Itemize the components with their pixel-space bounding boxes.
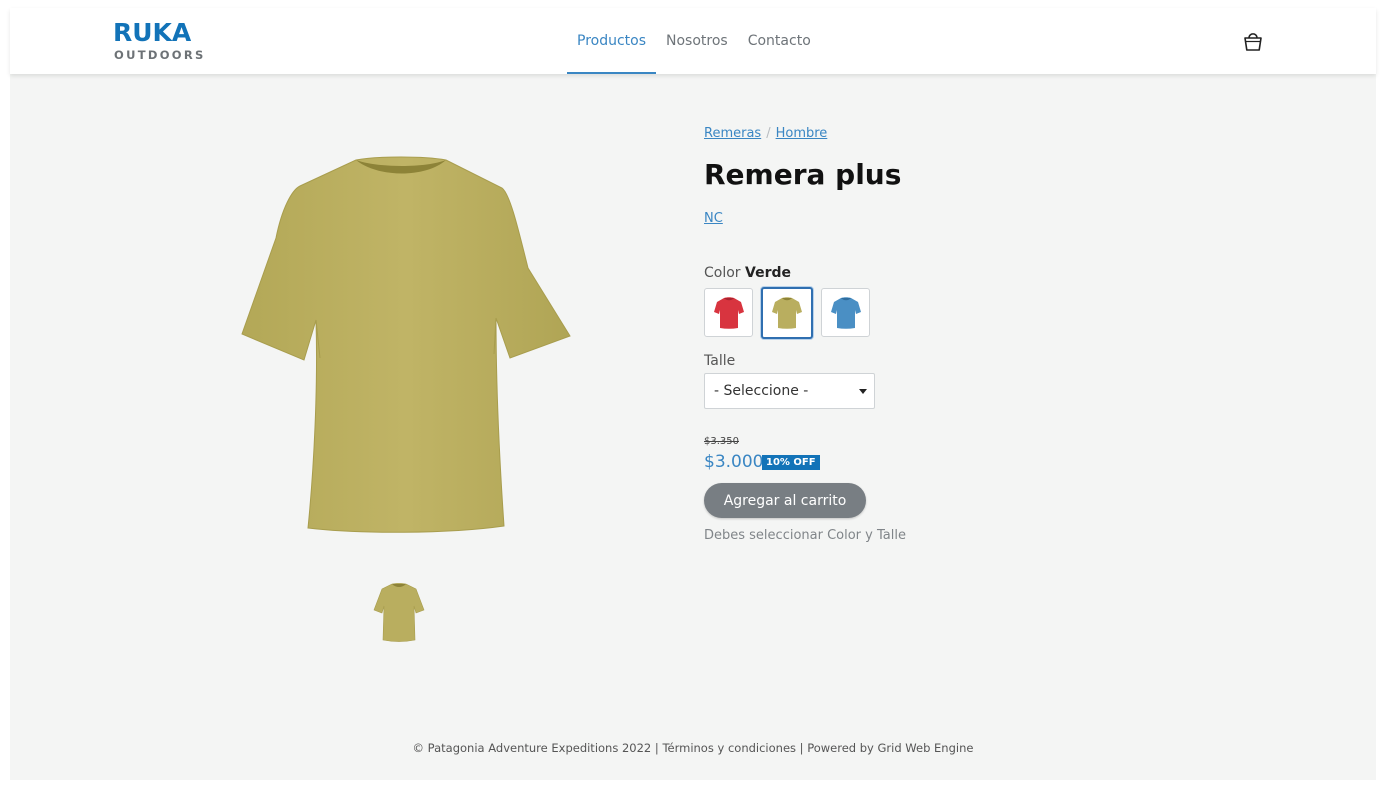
- product-title: Remera plus: [704, 158, 902, 191]
- footer-powered-link[interactable]: Powered by Grid Web Engine: [807, 741, 973, 755]
- breadcrumb-hombre[interactable]: Hombre: [776, 126, 828, 141]
- top-navbar: RUKA OUTDOORS Productos Nosotros Contact…: [10, 8, 1376, 74]
- selection-helper-text: Debes seleccionar Color y Talle: [704, 528, 906, 543]
- breadcrumb-separator: /: [766, 126, 771, 141]
- size-select-value: - Seleccione -: [714, 383, 809, 399]
- size-select[interactable]: - Seleccione -: [704, 373, 875, 409]
- current-price: $3.000: [704, 452, 764, 472]
- footer-separator: |: [654, 741, 659, 755]
- footer-separator: |: [799, 741, 804, 755]
- tshirt-icon: [713, 296, 744, 329]
- color-swatches: [704, 287, 870, 339]
- caret-down-icon: [859, 389, 867, 394]
- tshirt-icon: [830, 296, 861, 329]
- brand-link[interactable]: NC: [704, 211, 723, 226]
- footer: © Patagonia Adventure Expeditions 2022 |…: [10, 741, 1376, 755]
- swatch-blue[interactable]: [821, 288, 870, 337]
- footer-terms-link[interactable]: Términos y condiciones: [662, 741, 796, 755]
- nav-nosotros[interactable]: Nosotros: [656, 8, 738, 74]
- breadcrumb-remeras[interactable]: Remeras: [704, 126, 761, 141]
- swatch-olive[interactable]: [761, 287, 813, 339]
- size-label: Talle: [704, 353, 736, 369]
- page-background: RUKA OUTDOORS Productos Nosotros Contact…: [10, 8, 1376, 780]
- old-price: $3.350: [704, 436, 739, 447]
- product-main-image[interactable]: [228, 148, 574, 538]
- shopping-bag-icon[interactable]: [1242, 30, 1264, 52]
- color-label-text: Color: [704, 265, 741, 281]
- swatch-red[interactable]: [704, 288, 753, 337]
- logo-wordmark: RUKA: [113, 18, 192, 47]
- selected-color-name: Verde: [745, 265, 792, 281]
- product-thumbnail[interactable]: [372, 580, 426, 644]
- add-to-cart-button[interactable]: Agregar al carrito: [704, 483, 866, 518]
- breadcrumb: Remeras / Hombre: [704, 126, 827, 141]
- ruka-outdoors-logo[interactable]: RUKA OUTDOORS: [113, 20, 213, 64]
- footer-copyright: © Patagonia Adventure Expeditions 2022: [412, 741, 652, 755]
- nav-productos[interactable]: Productos: [567, 8, 657, 74]
- logo-subtitle: OUTDOORS: [114, 48, 206, 62]
- tshirt-icon: [772, 297, 802, 329]
- color-label: Color Verde: [704, 265, 791, 281]
- discount-badge: 10% OFF: [762, 455, 820, 470]
- nav-contacto[interactable]: Contacto: [738, 8, 821, 74]
- main-nav: Productos Nosotros Contacto: [567, 8, 821, 74]
